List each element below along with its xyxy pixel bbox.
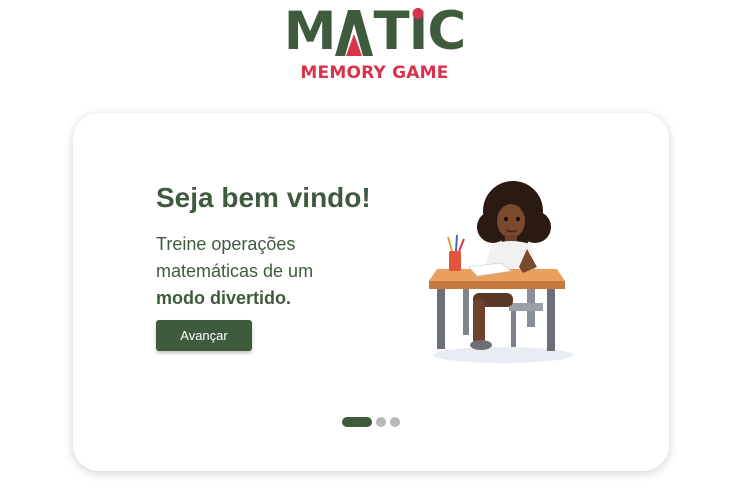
carousel-dot-1[interactable] [342,417,372,427]
logo-letter-t: T [373,1,409,62]
logo-wordmark: M T I C [283,1,467,62]
welcome-title: Seja bem vindo! [156,182,371,213]
description-line-2: matemáticas de um [156,261,314,281]
welcome-description: Treine operações matemáticas de um modo … [156,231,416,312]
girl-studying-at-desk-illustration-icon [415,175,589,365]
description-bold-line: modo divertido. [156,288,291,308]
advance-button[interactable]: Avançar [156,320,252,351]
carousel-dot-2[interactable] [376,417,386,427]
welcome-text: Seja bem vindo! Treine operações matemát… [156,181,416,312]
logo-subtitle: MEMORY GAME [300,63,449,83]
welcome-card: Seja bem vindo! Treine operações matemát… [73,113,669,471]
logo-letter-m: M [283,1,337,62]
logo-i-dot-icon [412,8,424,19]
carousel-dot-3[interactable] [390,417,400,427]
description-line-1: Treine operações [156,234,296,254]
carousel-indicators [73,417,669,427]
logo-letter-a-icon [334,10,374,58]
logo-letter-i: I [408,1,429,62]
logo-letter-c: C [427,1,466,62]
app-logo: M T I C MEMORY GAME [0,1,749,83]
